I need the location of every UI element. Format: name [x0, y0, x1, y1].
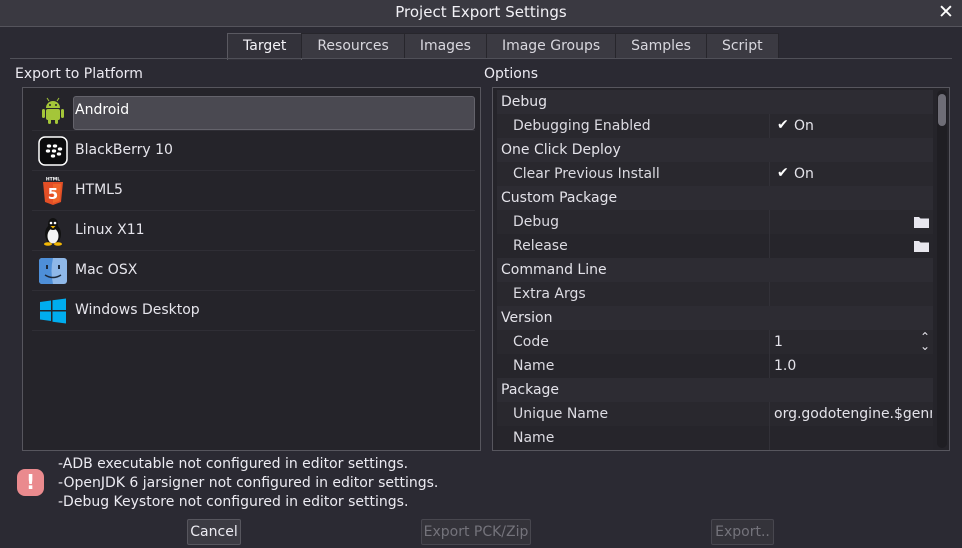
tab-images[interactable]: Images [403, 33, 487, 59]
platform-item-windows[interactable]: Windows Desktop [32, 291, 475, 331]
platform-label: HTML5 [75, 182, 123, 198]
title-bar: Project Export Settings ✕ [0, 0, 962, 27]
category-command-line[interactable]: Command Line [497, 258, 933, 282]
property-version-code: Code 1 ⌃ ⌄ [497, 330, 933, 354]
category-label: One Click Deploy [501, 142, 621, 158]
checkbox-checked-icon[interactable]: ✔ [777, 165, 789, 181]
property-label: Extra Args [513, 286, 586, 302]
mac-finder-icon [39, 258, 67, 284]
selection-highlight [73, 96, 475, 130]
property-debugging-enabled: Debugging Enabled ✔ On [497, 114, 933, 138]
unique-name-field[interactable]: org.godotengine.$genname [774, 406, 932, 422]
category-debug[interactable]: Debug [497, 90, 933, 114]
property-label: Name [513, 430, 555, 446]
window-title: Project Export Settings [395, 3, 567, 21]
property-clear-previous-install: Clear Previous Install ✔ On [497, 162, 933, 186]
checkbox-checked-icon[interactable]: ✔ [777, 117, 789, 133]
platform-label: Mac OSX [75, 262, 138, 278]
scroll-thumb[interactable] [938, 94, 946, 126]
category-label: Package [501, 382, 560, 398]
svg-text:HTML: HTML [46, 177, 60, 183]
property-label: Release [513, 238, 568, 254]
error-line: -Debug Keystore not configured in editor… [58, 494, 409, 510]
tab-bar: Target Resources Images Image Groups Sam… [227, 33, 779, 60]
category-label: Custom Package [501, 190, 618, 206]
property-extra-args: Extra Args [497, 282, 933, 306]
category-one-click-deploy[interactable]: One Click Deploy [497, 138, 933, 162]
export-button[interactable]: Export.. [711, 519, 774, 545]
version-code-field[interactable]: 1 [774, 334, 932, 350]
linux-tux-icon [44, 218, 62, 246]
error-line: -ADB executable not configured in editor… [58, 456, 409, 472]
platform-label: Windows Desktop [75, 302, 200, 318]
options-inspector: Debug Debugging Enabled ✔ On One Click D… [492, 87, 950, 451]
property-unique-name: Unique Name org.godotengine.$genname [497, 402, 933, 426]
property-custom-package-release: Release [497, 234, 933, 258]
category-version[interactable]: Version [497, 306, 933, 330]
property-label: Unique Name [513, 406, 609, 422]
property-label: Clear Previous Install [513, 166, 660, 182]
options-scrollbar[interactable] [937, 90, 947, 448]
tab-image-groups[interactable]: Image Groups [485, 33, 617, 59]
platform-item-linux[interactable]: Linux X11 [32, 211, 475, 251]
html5-icon: HTML 5 [43, 176, 63, 205]
error-messages: -ADB executable not configured in editor… [58, 455, 438, 512]
property-label: Code [513, 334, 549, 350]
property-label: Debugging Enabled [513, 118, 651, 134]
tab-target[interactable]: Target [227, 33, 303, 60]
property-custom-package-debug: Debug [497, 210, 933, 234]
folder-icon[interactable] [914, 240, 929, 252]
tab-samples[interactable]: Samples [615, 33, 707, 59]
platform-label: BlackBerry 10 [75, 142, 173, 158]
category-label: Command Line [501, 262, 607, 278]
cancel-button[interactable]: Cancel [187, 519, 241, 545]
tab-resources[interactable]: Resources [301, 33, 405, 59]
version-name-field[interactable]: 1.0 [774, 358, 932, 374]
svg-text:5: 5 [48, 185, 58, 203]
windows-icon [40, 298, 66, 324]
property-package-name: Name [497, 426, 933, 450]
platform-list: Android BlackBerry 10 HTML 5 HTML5 Linux… [22, 87, 481, 451]
spin-updown-icon[interactable]: ⌃ ⌄ [920, 331, 930, 352]
property-label: Debug [513, 214, 560, 230]
property-version-name: Name 1.0 [497, 354, 933, 378]
export-to-platform-label: Export to Platform [15, 66, 143, 82]
platform-item-blackberry[interactable]: BlackBerry 10 [32, 131, 475, 171]
error-icon: ! [17, 469, 44, 496]
checkbox-value[interactable]: On [794, 118, 814, 134]
tab-divider [10, 58, 952, 59]
platform-item-html5[interactable]: HTML 5 HTML5 [32, 171, 475, 211]
category-label: Version [501, 310, 553, 326]
platform-item-macosx[interactable]: Mac OSX [32, 251, 475, 291]
category-package[interactable]: Package [497, 378, 933, 402]
property-label: Name [513, 358, 555, 374]
close-icon[interactable]: ✕ [936, 1, 956, 23]
checkbox-value[interactable]: On [794, 166, 814, 182]
platform-item-android[interactable]: Android [32, 91, 475, 131]
category-label: Debug [501, 94, 548, 110]
platform-label: Android [75, 102, 130, 118]
options-label: Options [484, 66, 539, 82]
folder-icon[interactable] [914, 216, 929, 228]
tab-script[interactable]: Script [705, 33, 779, 59]
android-icon [42, 97, 64, 124]
export-pck-zip-button[interactable]: Export PCK/Zip [421, 519, 531, 545]
blackberry-icon [38, 136, 68, 166]
platform-label: Linux X11 [75, 222, 145, 238]
category-custom-package[interactable]: Custom Package [497, 186, 933, 210]
error-line: -OpenJDK 6 jarsigner not configured in e… [58, 475, 439, 491]
